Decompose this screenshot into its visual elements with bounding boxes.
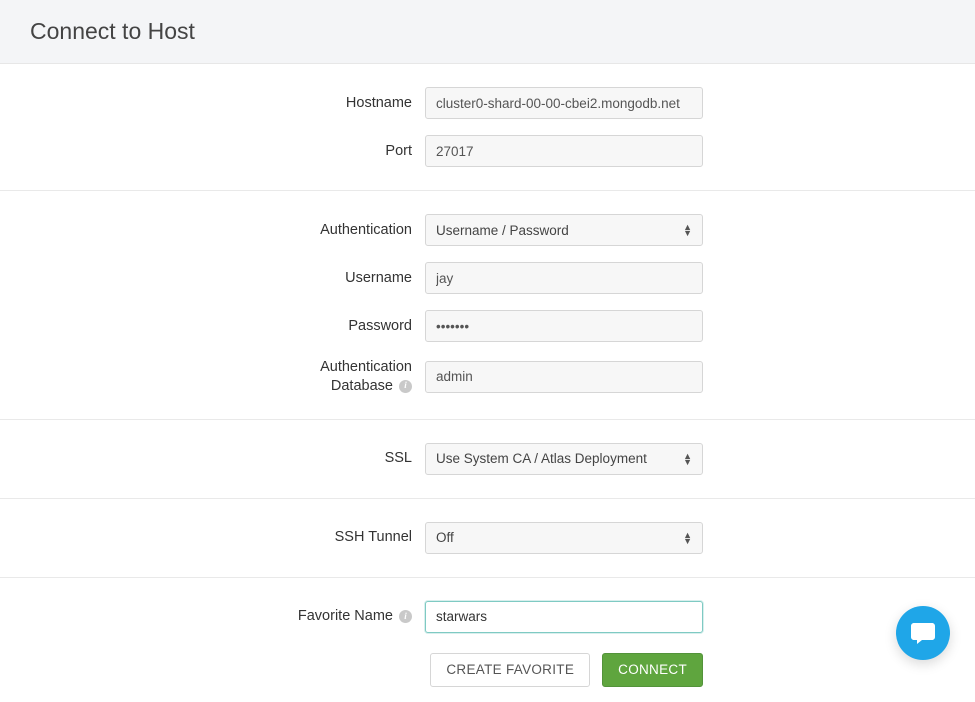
hostname-label: Hostname (0, 94, 425, 113)
connect-button[interactable]: CONNECT (602, 653, 703, 687)
chat-icon (909, 619, 937, 647)
authentication-select[interactable]: Username / Password ▲▼ (425, 214, 703, 246)
row-favorite: Favorite Name i (0, 593, 975, 641)
ssh-select[interactable]: Off ▲▼ (425, 522, 703, 554)
authdb-input[interactable] (425, 361, 703, 393)
select-arrows-icon: ▲▼ (683, 532, 692, 544)
favorite-label: Favorite Name i (0, 607, 425, 626)
port-input[interactable] (425, 135, 703, 167)
hostname-input[interactable] (425, 87, 703, 119)
row-authdb: Authentication Database i (0, 350, 975, 404)
select-arrows-icon: ▲▼ (683, 453, 692, 465)
authentication-label: Authentication (0, 221, 425, 240)
section-ssl: SSL Use System CA / Atlas Deployment ▲▼ (0, 420, 975, 499)
page-title: Connect to Host (30, 18, 945, 45)
ssh-select-value: Off (436, 530, 454, 545)
section-auth: Authentication Username / Password ▲▼ Us… (0, 191, 975, 420)
row-ssh: SSH Tunnel Off ▲▼ (0, 514, 975, 562)
info-icon[interactable]: i (399, 610, 412, 623)
create-favorite-button[interactable]: CREATE FAVORITE (430, 653, 590, 687)
header: Connect to Host (0, 0, 975, 64)
select-arrows-icon: ▲▼ (683, 224, 692, 236)
section-favorite: Favorite Name i CREATE FAVORITE CONNECT (0, 578, 975, 702)
password-label: Password (0, 317, 425, 336)
row-authentication: Authentication Username / Password ▲▼ (0, 206, 975, 254)
info-icon[interactable]: i (399, 380, 412, 393)
row-hostname: Hostname (0, 79, 975, 127)
row-password: Password (0, 302, 975, 350)
authdb-label: Authentication Database i (0, 358, 425, 396)
row-username: Username (0, 254, 975, 302)
row-ssl: SSL Use System CA / Atlas Deployment ▲▼ (0, 435, 975, 483)
authentication-select-value: Username / Password (436, 223, 569, 238)
row-port: Port (0, 127, 975, 175)
ssl-label: SSL (0, 449, 425, 468)
username-input[interactable] (425, 262, 703, 294)
chat-widget-button[interactable] (896, 606, 950, 660)
section-host: Hostname Port (0, 64, 975, 191)
favorite-name-input[interactable] (425, 601, 703, 633)
ssh-label: SSH Tunnel (0, 528, 425, 547)
username-label: Username (0, 269, 425, 288)
password-input[interactable] (425, 310, 703, 342)
ssl-select-value: Use System CA / Atlas Deployment (436, 451, 647, 466)
ssl-select[interactable]: Use System CA / Atlas Deployment ▲▼ (425, 443, 703, 475)
section-ssh: SSH Tunnel Off ▲▼ (0, 499, 975, 578)
port-label: Port (0, 142, 425, 161)
